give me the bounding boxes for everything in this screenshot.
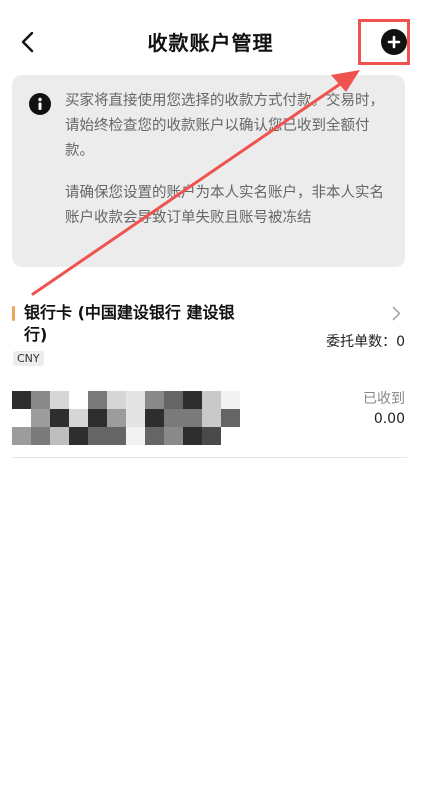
redaction-cell: [31, 391, 50, 409]
redaction-cell: [126, 391, 145, 409]
redaction-cell: [126, 427, 145, 445]
header: 收款账户管理: [0, 0, 421, 84]
currency-badge: CNY: [13, 351, 44, 366]
redaction-cell: [221, 427, 240, 445]
redaction-cell: [221, 391, 240, 409]
redaction-cell: [107, 391, 126, 409]
redaction-cell: [12, 427, 31, 445]
redaction-cell: [164, 427, 183, 445]
redaction-cell: [107, 409, 126, 427]
annotation-highlight-box: [358, 19, 410, 65]
redaction-cell: [50, 409, 69, 427]
account-number-redacted: [12, 391, 240, 445]
redaction-cell: [88, 409, 107, 427]
redaction-cell: [12, 409, 31, 427]
redaction-cell: [183, 427, 202, 445]
notice-panel: 买家将直接使用您选择的收款方式付款。交易时，请始终检查您的收款账户以确认您已收到…: [12, 75, 405, 267]
divider: [12, 457, 407, 458]
account-card[interactable]: 银行卡 (中国建设银行 建设银行) 委托单数：0 CNY 已收到 0.00: [0, 300, 421, 460]
chevron-right-icon[interactable]: [392, 306, 401, 321]
redaction-cell: [164, 409, 183, 427]
accent-bar: [12, 306, 15, 321]
info-icon: [29, 93, 51, 115]
redaction-cell: [12, 391, 31, 409]
notice-text-2: 请确保您设置的账户为本人实名账户，非本人实名账户收款会导致订单失败且账号被冻结: [65, 185, 384, 226]
redaction-cell: [221, 409, 240, 427]
redaction-cell: [69, 391, 88, 409]
redaction-cell: [69, 409, 88, 427]
redaction-cell: [202, 409, 221, 427]
order-count: 委托单数：0: [326, 334, 405, 350]
redaction-cell: [50, 391, 69, 409]
redaction-cell: [88, 427, 107, 445]
redaction-cell: [88, 391, 107, 409]
redaction-cell: [31, 427, 50, 445]
redaction-cell: [107, 427, 126, 445]
redaction-cell: [69, 427, 88, 445]
redaction-cell: [126, 409, 145, 427]
redaction-cell: [145, 391, 164, 409]
notice-text-1: 买家将直接使用您选择的收款方式付款。交易时，请始终检查您的收款账户以确认您已收到…: [65, 93, 384, 159]
received-label: 已收到: [363, 391, 405, 407]
received-value: 0.00: [373, 411, 405, 427]
redaction-cell: [145, 427, 164, 445]
redaction-cell: [31, 409, 50, 427]
redaction-cell: [183, 391, 202, 409]
redaction-cell: [50, 427, 69, 445]
redaction-cell: [183, 409, 202, 427]
redaction-cell: [164, 391, 183, 409]
redaction-cell: [202, 391, 221, 409]
redaction-cell: [202, 427, 221, 445]
redaction-cell: [145, 409, 164, 427]
bank-name: 银行卡 (中国建设银行 建设银行): [24, 303, 235, 344]
